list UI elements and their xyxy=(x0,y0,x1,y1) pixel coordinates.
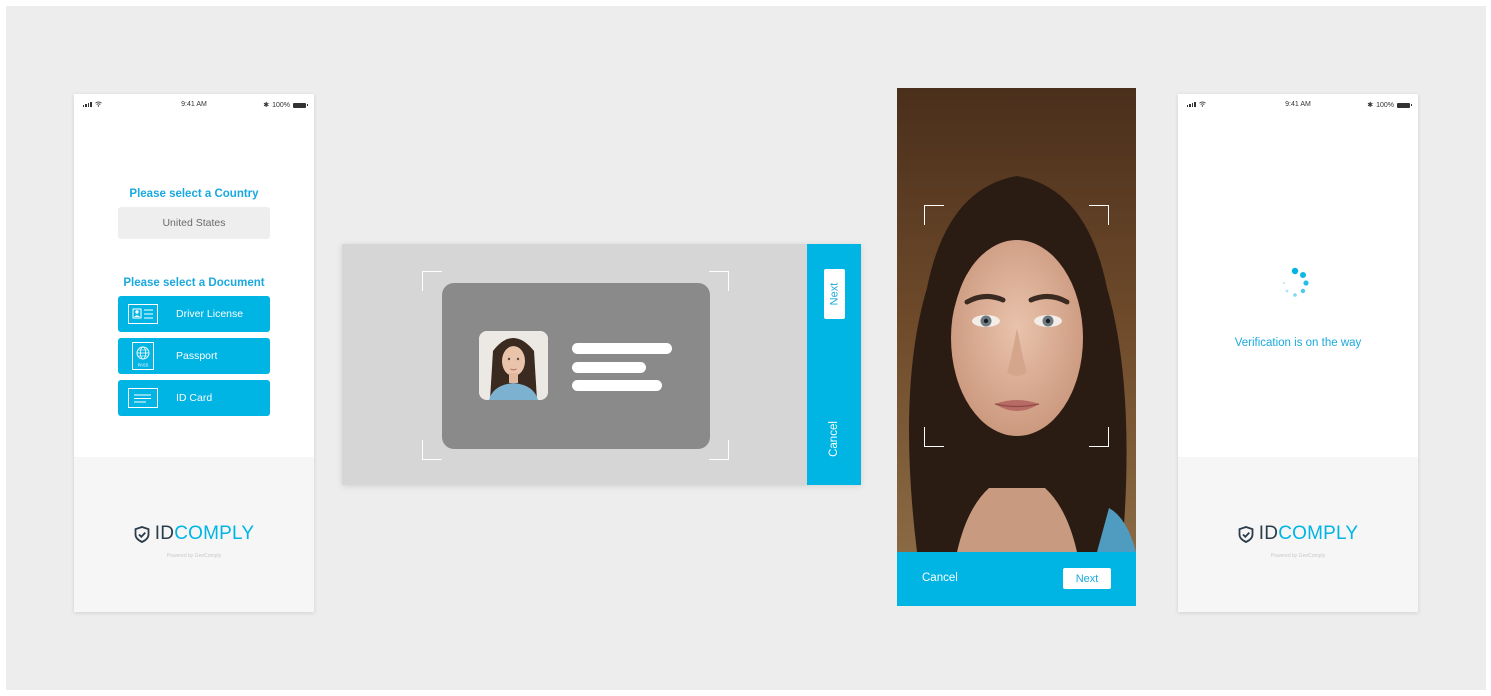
card-text-line-2 xyxy=(572,362,646,373)
document-heading: Please select a Document xyxy=(74,277,314,289)
document-scanner: Next Cancel xyxy=(342,244,861,485)
scanner-next-label: Next xyxy=(828,282,841,306)
face-frame-corner-br xyxy=(1089,427,1109,447)
idcomply-logo: IDCOMPLY xyxy=(1178,523,1418,545)
verification-status-text: Verification is on the way xyxy=(1234,337,1362,349)
passport-button[interactable]: PASS Passport xyxy=(118,338,270,374)
phone-verification: 9:41 AM ✱ 100% Verification is on the wa… xyxy=(1178,94,1418,612)
country-select[interactable]: United States xyxy=(118,207,270,239)
document-heading-prefix: Please select a xyxy=(123,277,209,289)
battery-indicator: ✱ 100% xyxy=(1367,101,1412,109)
face-frame-corner-tr xyxy=(1089,205,1109,225)
shield-check-icon xyxy=(134,525,150,543)
id-card-label: ID Card xyxy=(176,392,213,404)
country-heading-strong: Country xyxy=(214,188,259,200)
status-bar: 9:41 AM ✱ 100% xyxy=(74,94,314,114)
logo-id-text: ID xyxy=(154,523,175,544)
passport-label: Passport xyxy=(176,350,218,362)
scan-frame-corner-tl xyxy=(422,271,442,291)
passport-icon-text: PASS xyxy=(138,363,149,368)
logo-comply-text: COMPLY xyxy=(1278,523,1359,544)
powered-by-text: Powered by GeoComply xyxy=(1270,553,1326,559)
scan-frame-corner-br xyxy=(709,440,729,460)
shield-check-icon xyxy=(1238,525,1254,543)
driver-license-label: Driver License xyxy=(176,308,244,320)
logo-id-text: ID xyxy=(1258,523,1279,544)
country-heading: Please select a Country xyxy=(74,188,314,200)
powered-by-text: Powered by GeoComply xyxy=(166,553,222,559)
face-frame-corner-tl xyxy=(924,205,944,225)
loading-spinner-icon xyxy=(1282,267,1309,297)
scanner-next-button[interactable]: Next xyxy=(824,269,845,319)
passport-globe-icon: PASS xyxy=(128,342,158,370)
phone-footer: IDCOMPLY Powered by GeoComply xyxy=(1178,457,1418,612)
scanner-cancel-label: Cancel xyxy=(828,421,840,457)
id-card-lines-icon xyxy=(128,388,158,408)
scanner-cancel-button[interactable]: Cancel xyxy=(807,409,861,469)
id-card-preview xyxy=(442,283,710,449)
logo-comply-text: COMPLY xyxy=(174,523,255,544)
battery-percent: 100% xyxy=(1376,101,1394,109)
idcomply-logo: IDCOMPLY xyxy=(74,523,314,545)
document-heading-strong: Document xyxy=(208,277,265,289)
country-heading-prefix: Please select a xyxy=(129,188,215,200)
selfie-cancel-button[interactable]: Cancel xyxy=(922,572,958,584)
scan-frame-corner-tr xyxy=(709,271,729,291)
card-text-line-1 xyxy=(572,343,672,354)
selfie-photo xyxy=(897,88,1136,552)
id-card-photo xyxy=(479,331,548,400)
bluetooth-icon: ✱ xyxy=(1367,102,1374,109)
id-card-button[interactable]: ID Card xyxy=(118,380,270,416)
phone-document-select: 9:41 AM ✱ 100% Please select a Country U… xyxy=(74,94,314,612)
scanner-action-bar: Next Cancel xyxy=(807,244,861,485)
battery-icon xyxy=(1397,102,1412,108)
card-text-line-3 xyxy=(572,380,662,391)
bluetooth-icon: ✱ xyxy=(263,102,270,109)
selfie-capture: Cancel Next xyxy=(897,88,1136,606)
battery-indicator: ✱ 100% xyxy=(263,101,308,109)
selfie-next-button[interactable]: Next xyxy=(1063,568,1111,589)
selfie-action-bar: Cancel Next xyxy=(897,552,1136,606)
face-frame-corner-bl xyxy=(924,427,944,447)
battery-percent: 100% xyxy=(272,101,290,109)
driver-license-button[interactable]: Driver License xyxy=(118,296,270,332)
battery-icon xyxy=(293,102,308,108)
scan-frame-corner-bl xyxy=(422,440,442,460)
phone-footer: IDCOMPLY Powered by GeoComply xyxy=(74,457,314,612)
id-card-photo-icon xyxy=(128,304,158,324)
status-bar: 9:41 AM ✱ 100% xyxy=(1178,94,1418,114)
